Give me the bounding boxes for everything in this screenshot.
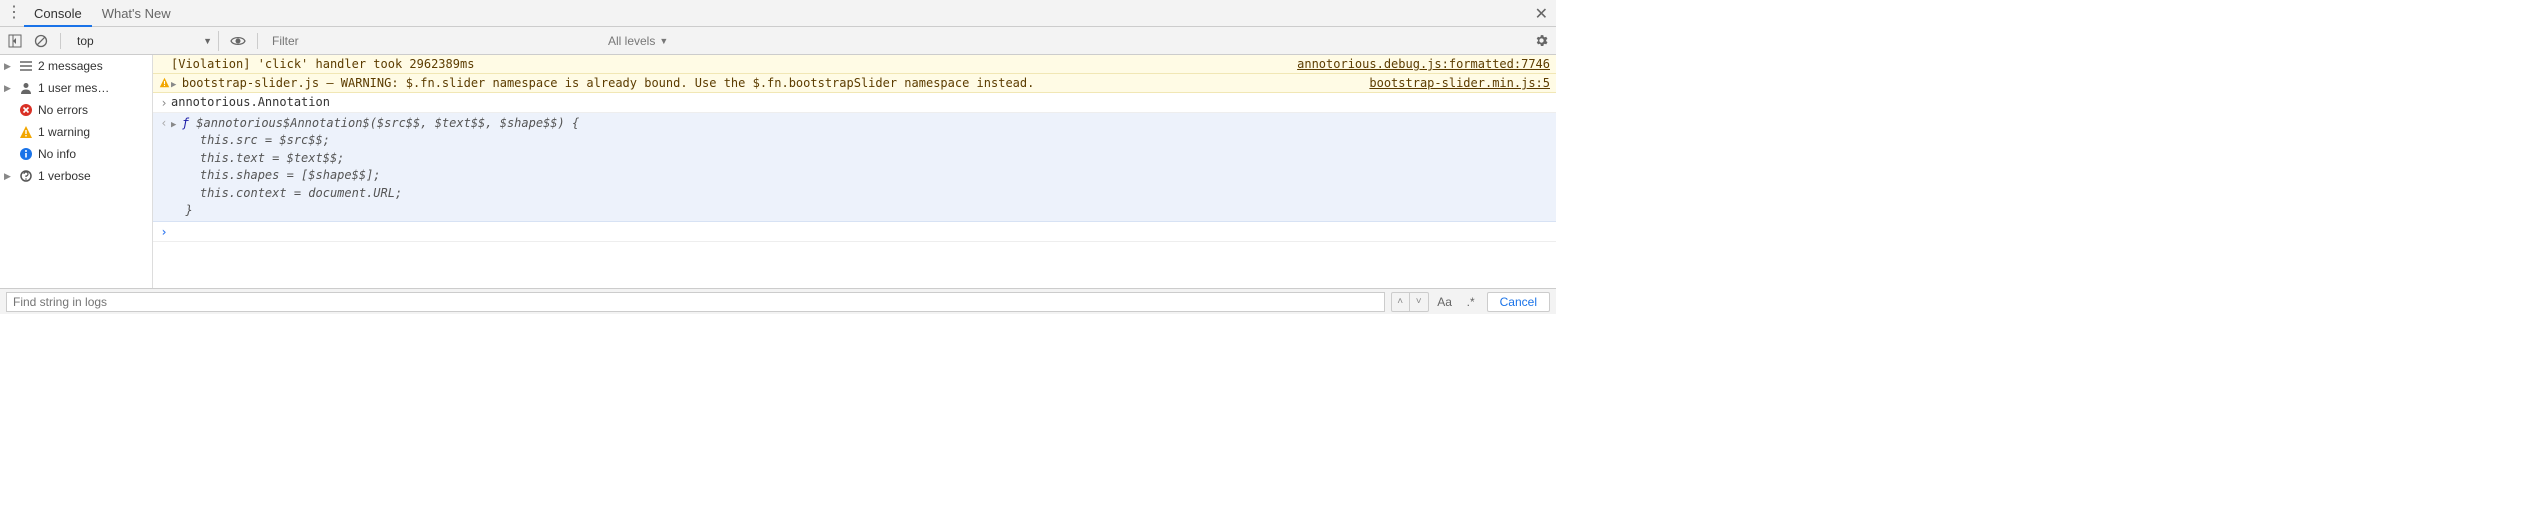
console-log: [Violation] 'click' handler took 2962389…	[153, 55, 1556, 288]
match-case-toggle[interactable]: Aa	[1435, 292, 1455, 312]
find-input[interactable]	[6, 292, 1385, 312]
close-icon[interactable]: ✕	[1535, 4, 1548, 24]
warning-icon	[157, 76, 171, 88]
regex-toggle[interactable]: .*	[1461, 292, 1481, 312]
chevron-right-icon: ▶	[4, 61, 14, 72]
chevron-down-icon: ▼	[659, 36, 668, 46]
console-prompt[interactable]: ›	[153, 222, 1556, 242]
log-source-link[interactable]: bootstrap-slider.min.js:5	[1361, 76, 1550, 90]
sidebar-item-warnings[interactable]: 1 warning	[0, 121, 152, 143]
log-message: ▶ ƒ $annotorious$Annotation$($src$$, $te…	[171, 115, 1550, 219]
cancel-button[interactable]: Cancel	[1487, 292, 1550, 312]
context-selector[interactable]: top ▼	[69, 31, 219, 51]
log-source-link[interactable]: annotorious.debug.js:formatted:7746	[1289, 57, 1550, 71]
sidebar-item-errors[interactable]: No errors	[0, 99, 152, 121]
tab-whats-new[interactable]: What's New	[92, 0, 181, 27]
messages-icon	[18, 58, 34, 74]
chevron-right-icon: ▶	[4, 171, 14, 182]
sidebar-item-messages[interactable]: ▶ 2 messages	[0, 55, 152, 77]
find-bar: ˄ ˅ Aa .* Cancel	[0, 288, 1556, 314]
prompt-chevron-icon: ›	[157, 224, 171, 239]
log-row-output[interactable]: ‹ ▶ ƒ $annotorious$Annotation$($src$$, $…	[153, 113, 1556, 222]
find-prev-icon[interactable]: ˄	[1392, 293, 1410, 311]
info-icon	[18, 146, 34, 162]
log-message: annotorious.Annotation	[171, 95, 1550, 109]
log-row-warning[interactable]: ▶ bootstrap-slider.js – WARNING: $.fn.sl…	[153, 74, 1556, 93]
log-message: [Violation] 'click' handler took 2962389…	[171, 57, 1289, 71]
log-levels-selector[interactable]: All levels ▼	[600, 34, 676, 48]
clear-console-icon[interactable]	[30, 30, 52, 52]
sidebar-item-info[interactable]: No info	[0, 143, 152, 165]
tab-console[interactable]: Console	[24, 0, 92, 27]
context-label: top	[77, 34, 94, 48]
gear-icon[interactable]	[1530, 33, 1552, 48]
live-expression-icon[interactable]	[227, 33, 249, 49]
log-row-input[interactable]: › annotorious.Annotation	[153, 93, 1556, 113]
input-chevron-icon: ›	[157, 95, 171, 110]
log-row-violation[interactable]: [Violation] 'click' handler took 2962389…	[153, 55, 1556, 74]
sidebar-item-verbose[interactable]: ▶ 1 verbose	[0, 165, 152, 187]
log-levels-label: All levels	[608, 34, 655, 48]
more-menu-icon[interactable]: ⋮	[4, 7, 24, 19]
user-icon	[18, 80, 34, 96]
verbose-icon	[18, 168, 34, 184]
filter-input[interactable]	[266, 31, 596, 51]
sidebar-item-user-messages[interactable]: ▶ 1 user mes…	[0, 77, 152, 99]
error-icon	[18, 102, 34, 118]
sidebar: ▶ 2 messages ▶ 1 user mes… No errors 1 w…	[0, 55, 153, 288]
chevron-right-icon: ▶	[4, 83, 14, 94]
output-chevron-icon: ‹	[157, 115, 171, 130]
log-message: ▶ bootstrap-slider.js – WARNING: $.fn.sl…	[171, 76, 1361, 90]
toggle-sidebar-icon[interactable]	[4, 30, 26, 52]
warning-icon	[18, 124, 34, 140]
find-next-icon[interactable]: ˅	[1410, 293, 1428, 311]
chevron-down-icon: ▼	[203, 36, 212, 46]
